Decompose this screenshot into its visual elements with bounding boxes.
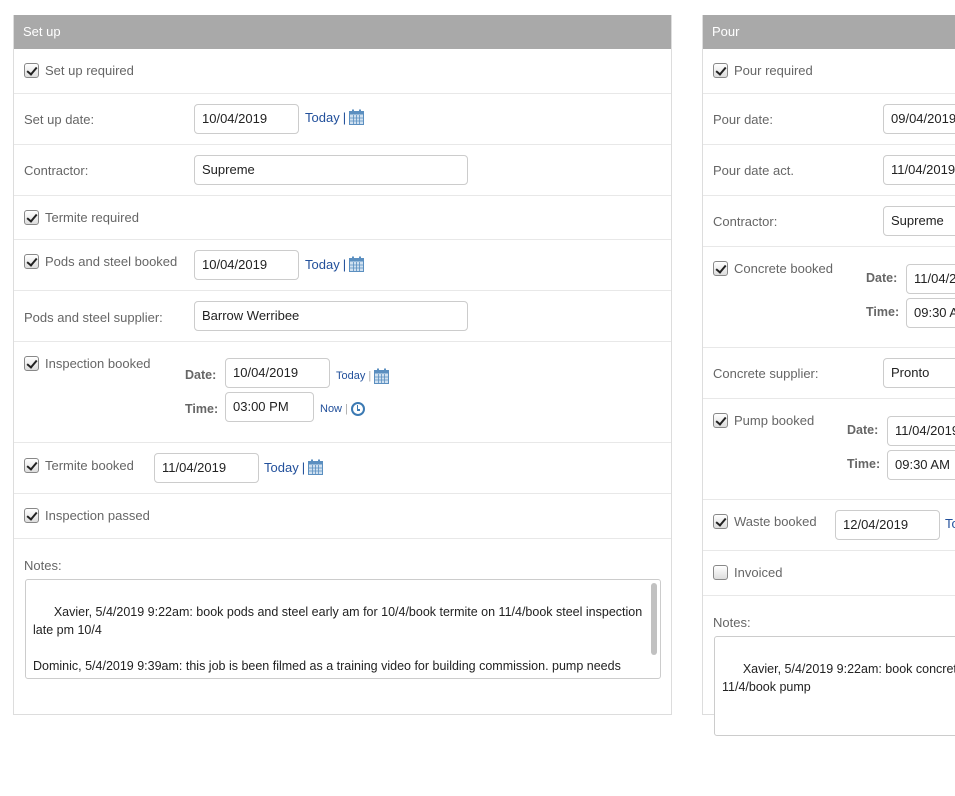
- pour-date-act-row: Pour date act. 11/04/2019: [703, 145, 955, 196]
- inspection-date-input[interactable]: 10/04/2019: [225, 358, 330, 388]
- pods-steel-booked-checkbox[interactable]: Pods and steel booked: [24, 254, 177, 269]
- setup-date-label: Set up date:: [24, 112, 95, 127]
- concrete-supplier-row: Concrete supplier: Pronto: [703, 348, 955, 399]
- inspection-passed-row: Inspection passed: [14, 494, 671, 539]
- checkbox-icon[interactable]: [24, 63, 39, 78]
- notes-scrollbar[interactable]: [651, 583, 657, 655]
- pump-date-input[interactable]: 11/04/2019: [887, 416, 955, 446]
- pods-steel-date-input[interactable]: 10/04/2019: [194, 250, 299, 280]
- termite-required-row: Termite required: [14, 196, 671, 240]
- termite-booked-today: Today |: [264, 459, 323, 475]
- invoiced-checkbox[interactable]: Invoiced: [713, 565, 782, 580]
- checkbox-icon[interactable]: [713, 514, 728, 529]
- calendar-icon[interactable]: [349, 109, 364, 125]
- pour-notes-label: Notes:: [713, 615, 751, 630]
- pump-date-label: Date:: [847, 423, 879, 437]
- today-link[interactable]: Today: [305, 257, 340, 272]
- pour-required-checkbox[interactable]: Pour required: [713, 63, 813, 78]
- setup-date-row: Set up date: 10/04/2019 Today |: [14, 94, 671, 145]
- pump-booked-row: Pump booked Date: 11/04/2019 Time: 09:30…: [703, 399, 955, 500]
- pods-steel-supplier-row: Pods and steel supplier: Barrow Werribee: [14, 291, 671, 342]
- checkbox-icon[interactable]: [24, 356, 39, 371]
- inspection-booked-row: Inspection booked Date: 10/04/2019 Today…: [14, 342, 671, 443]
- concrete-time-label: Time:: [866, 305, 900, 319]
- pour-contractor-input[interactable]: Supreme: [883, 206, 955, 236]
- pour-panel-title: Pour: [703, 15, 955, 49]
- pour-date-label: Pour date:: [713, 112, 773, 127]
- setup-notes-textarea[interactable]: Xavier, 5/4/2019 9:22am: book pods and s…: [25, 579, 661, 679]
- pour-notes-textarea[interactable]: Xavier, 5/4/2019 9:22am: book concrete o…: [714, 636, 955, 736]
- concrete-supplier-label: Concrete supplier:: [713, 366, 819, 381]
- pour-date-row: Pour date: 09/04/2019: [703, 94, 955, 145]
- setup-panel-title: Set up: [14, 15, 671, 49]
- invoiced-row: Invoiced: [703, 551, 955, 596]
- checkbox-icon[interactable]: [24, 210, 39, 225]
- checkbox-icon[interactable]: [24, 458, 39, 473]
- calendar-icon[interactable]: [349, 256, 364, 272]
- checkbox-icon[interactable]: [713, 261, 728, 276]
- pump-time-input[interactable]: 09:30 AM: [887, 450, 955, 480]
- today-link[interactable]: Today: [336, 370, 365, 382]
- waste-booked-row: Waste booked 12/04/2019 Today: [703, 500, 955, 551]
- inspection-booked-checkbox[interactable]: Inspection booked: [24, 356, 151, 371]
- inspection-date-today: Today |: [336, 368, 389, 384]
- setup-date-input[interactable]: 10/04/2019: [194, 104, 299, 134]
- pour-date-act-input[interactable]: 11/04/2019: [883, 155, 955, 185]
- concrete-supplier-input[interactable]: Pronto: [883, 358, 955, 388]
- pour-required-row: Pour required: [703, 49, 955, 94]
- pour-date-act-label: Pour date act.: [713, 163, 794, 178]
- setup-required-checkbox[interactable]: Set up required: [24, 63, 134, 78]
- checkbox-icon[interactable]: [24, 508, 39, 523]
- contractor-label: Contractor:: [24, 163, 89, 178]
- pour-contractor-label: Contractor:: [713, 214, 778, 229]
- inspection-time-input[interactable]: 03:00 PM: [225, 392, 314, 422]
- inspection-passed-checkbox[interactable]: Inspection passed: [24, 508, 150, 523]
- contractor-row: Contractor: Supreme: [14, 145, 671, 196]
- pour-date-input[interactable]: 09/04/2019: [883, 104, 955, 134]
- today-link[interactable]: Today: [305, 110, 340, 125]
- concrete-date-input[interactable]: 11/04/2019: [906, 264, 955, 294]
- setup-notes-section: Notes: Xavier, 5/4/2019 9:22am: book pod…: [14, 539, 671, 739]
- setup-panel: Set up Set up required Set up date: 10/0…: [13, 15, 672, 715]
- pods-steel-supplier-label: Pods and steel supplier:: [24, 310, 163, 325]
- concrete-booked-checkbox[interactable]: Concrete booked: [713, 261, 833, 276]
- setup-date-today: Today |: [305, 109, 364, 125]
- inspection-time-label: Time:: [185, 402, 219, 416]
- pump-booked-checkbox[interactable]: Pump booked: [713, 413, 814, 428]
- checkbox-icon[interactable]: [713, 565, 728, 580]
- calendar-icon[interactable]: [308, 459, 323, 475]
- pour-notes-section: Notes: Xavier, 5/4/2019 9:22am: book con…: [703, 596, 955, 796]
- clock-icon[interactable]: [350, 402, 365, 416]
- inspection-time-now: Now |: [320, 402, 365, 416]
- setup-required-row: Set up required: [14, 49, 671, 94]
- contractor-input[interactable]: Supreme: [194, 155, 468, 185]
- pods-steel-supplier-input[interactable]: Barrow Werribee: [194, 301, 468, 331]
- setup-notes-label: Notes:: [24, 558, 62, 573]
- inspection-date-label: Date:: [185, 368, 217, 382]
- termite-booked-checkbox[interactable]: Termite booked: [24, 458, 134, 473]
- termite-required-checkbox[interactable]: Termite required: [24, 210, 139, 225]
- today-link[interactable]: Today: [264, 460, 299, 475]
- checkbox-icon[interactable]: [713, 413, 728, 428]
- concrete-time-input[interactable]: 09:30 AM: [906, 298, 955, 328]
- today-link[interactable]: Today: [945, 516, 955, 531]
- pods-steel-booked-row: Pods and steel booked 10/04/2019 Today |: [14, 240, 671, 291]
- concrete-booked-row: Concrete booked Date: 11/04/2019 Time: 0…: [703, 247, 955, 348]
- pump-time-label: Time:: [847, 457, 881, 471]
- waste-booked-today: Today: [945, 516, 955, 531]
- calendar-icon[interactable]: [374, 368, 389, 384]
- pods-steel-today: Today |: [305, 256, 364, 272]
- waste-booked-checkbox[interactable]: Waste booked: [713, 514, 817, 529]
- pour-contractor-row: Contractor: Supreme: [703, 196, 955, 247]
- checkbox-icon[interactable]: [24, 254, 39, 269]
- concrete-date-label: Date:: [866, 271, 898, 285]
- termite-booked-row: Termite booked 11/04/2019 Today |: [14, 443, 671, 494]
- pour-panel: Pour Pour required Pour date: 09/04/2019…: [702, 15, 955, 736]
- now-link[interactable]: Now: [320, 403, 342, 415]
- checkbox-icon[interactable]: [713, 63, 728, 78]
- termite-booked-date-input[interactable]: 11/04/2019: [154, 453, 259, 483]
- waste-booked-date-input[interactable]: 12/04/2019: [835, 510, 940, 540]
